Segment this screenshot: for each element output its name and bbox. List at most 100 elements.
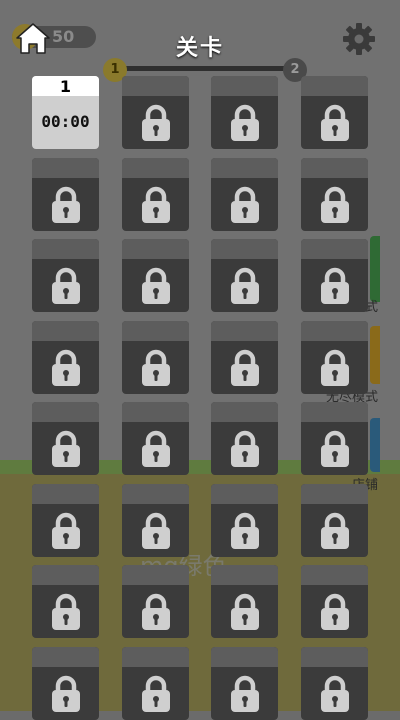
mode-button-shop xyxy=(370,418,380,472)
lock-icon xyxy=(52,349,80,386)
level-tile-locked[interactable] xyxy=(211,647,278,720)
level-tile-header xyxy=(301,76,368,96)
lock-icon xyxy=(52,430,80,467)
lock-icon xyxy=(231,104,259,141)
stage-progress-bar xyxy=(112,66,298,71)
level-tile-header xyxy=(32,239,99,259)
level-tile-locked[interactable] xyxy=(122,402,189,475)
lock-icon xyxy=(142,512,170,549)
level-tile-locked[interactable] xyxy=(301,402,368,475)
level-tile-header xyxy=(122,565,189,585)
mode-button-endless xyxy=(370,326,380,384)
level-tile-locked[interactable] xyxy=(122,484,189,557)
level-tile-locked[interactable] xyxy=(32,158,99,231)
lock-icon xyxy=(321,675,349,712)
lock-icon xyxy=(321,593,349,630)
level-tile-header xyxy=(32,484,99,504)
lock-icon xyxy=(231,349,259,386)
level-tile-locked[interactable] xyxy=(32,321,99,394)
lock-icon xyxy=(231,430,259,467)
level-tile-header xyxy=(122,484,189,504)
level-tile-header xyxy=(32,565,99,585)
level-tile-header xyxy=(211,158,278,178)
level-tile-header xyxy=(211,647,278,667)
level-tile-header xyxy=(32,158,99,178)
level-tile-header xyxy=(122,76,189,96)
lock-icon xyxy=(142,349,170,386)
level-tile-locked[interactable] xyxy=(211,158,278,231)
level-number: 1 xyxy=(59,77,72,96)
lock-icon xyxy=(321,430,349,467)
level-tile-header xyxy=(122,158,189,178)
lock-icon xyxy=(52,267,80,304)
level-tile-header xyxy=(301,321,368,341)
level-tile-header xyxy=(301,565,368,585)
level-tile-locked[interactable] xyxy=(122,239,189,312)
lock-icon xyxy=(142,186,170,223)
level-tile-locked[interactable] xyxy=(301,647,368,720)
level-tile-unlocked[interactable]: 1 00:00 xyxy=(32,76,99,149)
level-tile-locked[interactable] xyxy=(211,565,278,638)
level-tile-locked[interactable] xyxy=(211,321,278,394)
level-tile-header xyxy=(211,321,278,341)
lock-icon xyxy=(231,186,259,223)
lock-icon xyxy=(321,104,349,141)
level-tile-header xyxy=(32,402,99,422)
lock-icon xyxy=(52,675,80,712)
level-tile-header xyxy=(32,647,99,667)
level-tile-header xyxy=(211,76,278,96)
level-tile-locked[interactable] xyxy=(32,239,99,312)
level-tile-locked[interactable] xyxy=(32,565,99,638)
level-tile-header xyxy=(301,647,368,667)
lock-icon xyxy=(142,593,170,630)
level-grid: 1 00:00 xyxy=(32,76,368,720)
lock-icon xyxy=(52,512,80,549)
settings-button[interactable] xyxy=(340,20,378,58)
level-tile-header xyxy=(211,484,278,504)
lock-icon xyxy=(231,267,259,304)
level-tile-locked[interactable] xyxy=(301,321,368,394)
level-tile-locked[interactable] xyxy=(211,76,278,149)
level-tile-header xyxy=(211,565,278,585)
gear-icon xyxy=(343,23,375,55)
lock-icon xyxy=(52,186,80,223)
mode-button-green xyxy=(370,236,380,302)
level-tile-locked[interactable] xyxy=(32,402,99,475)
level-tile-locked[interactable] xyxy=(301,76,368,149)
lock-icon xyxy=(231,675,259,712)
lock-icon xyxy=(231,593,259,630)
lock-icon xyxy=(142,267,170,304)
level-tile-header xyxy=(122,239,189,259)
level-best-time: 00:00 xyxy=(41,112,90,131)
level-tile-header xyxy=(301,402,368,422)
level-tile-header xyxy=(301,484,368,504)
level-tile-locked[interactable] xyxy=(301,565,368,638)
level-tile-locked[interactable] xyxy=(211,484,278,557)
level-tile-header xyxy=(301,239,368,259)
level-tile-locked[interactable] xyxy=(122,647,189,720)
level-tile-locked[interactable] xyxy=(211,239,278,312)
lock-icon xyxy=(231,512,259,549)
level-tile-header xyxy=(122,321,189,341)
level-tile-locked[interactable] xyxy=(32,484,99,557)
level-tile-header xyxy=(32,321,99,341)
level-tile-header xyxy=(122,647,189,667)
level-tile-header xyxy=(122,402,189,422)
level-tile-locked[interactable] xyxy=(301,158,368,231)
level-tile-locked[interactable] xyxy=(32,647,99,720)
level-tile-locked[interactable] xyxy=(122,321,189,394)
lock-icon xyxy=(321,512,349,549)
level-tile-locked[interactable] xyxy=(122,565,189,638)
level-tile-header xyxy=(301,158,368,178)
lock-icon xyxy=(142,430,170,467)
level-tile-header xyxy=(211,239,278,259)
level-tile-locked[interactable] xyxy=(122,76,189,149)
level-tile-locked[interactable] xyxy=(122,158,189,231)
level-tile-locked[interactable] xyxy=(301,239,368,312)
lock-icon xyxy=(321,349,349,386)
lock-icon xyxy=(321,267,349,304)
level-tile-locked[interactable] xyxy=(301,484,368,557)
lock-icon xyxy=(142,675,170,712)
level-tile-locked[interactable] xyxy=(211,402,278,475)
lock-icon xyxy=(321,186,349,223)
